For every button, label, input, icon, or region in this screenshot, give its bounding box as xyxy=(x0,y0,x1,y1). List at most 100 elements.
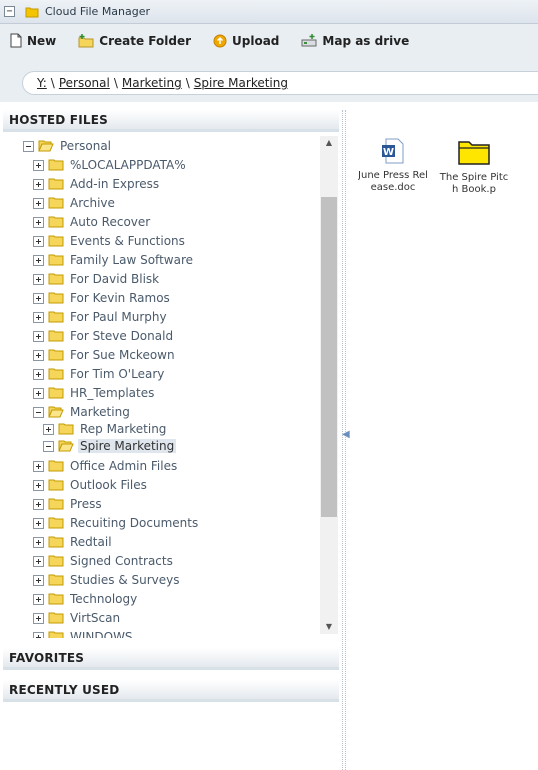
expand-icon[interactable] xyxy=(33,254,44,266)
tree-folder[interactable]: Technology xyxy=(33,591,137,607)
tree-folder[interactable]: For Steve Donald xyxy=(33,328,173,344)
tree-folder-label: Office Admin Files xyxy=(70,459,178,473)
tree-folder[interactable]: HR_Templates xyxy=(33,385,154,401)
expand-icon[interactable] xyxy=(33,197,44,209)
folder-icon xyxy=(48,235,64,247)
scroll-down-icon[interactable]: ▼ xyxy=(320,620,338,634)
tree-folder[interactable]: For Sue Mckeown xyxy=(33,347,175,363)
tree-folder[interactable]: Studies & Surveys xyxy=(33,572,180,588)
folder-icon xyxy=(48,612,64,624)
collapse-icon[interactable] xyxy=(23,140,34,152)
tree-folder[interactable]: Add-in Express xyxy=(33,176,159,192)
tree-folder[interactable]: WINDOWS xyxy=(33,629,133,638)
file-item[interactable]: The Spire Pitch Book.p xyxy=(439,138,509,208)
tree-folder[interactable]: Recuiting Documents xyxy=(33,515,198,531)
new-button[interactable]: New xyxy=(10,33,56,48)
tree-folder-label: For David Blisk xyxy=(70,272,160,286)
breadcrumb-marketing[interactable]: Marketing xyxy=(122,76,182,90)
upload-icon xyxy=(213,34,227,47)
breadcrumb-spire-marketing[interactable]: Spire Marketing xyxy=(194,76,288,90)
expand-icon[interactable] xyxy=(33,292,44,304)
expand-icon[interactable] xyxy=(33,349,44,361)
expand-icon[interactable] xyxy=(33,460,44,472)
tree-folder[interactable]: For Kevin Ramos xyxy=(33,290,170,306)
map-drive-button[interactable]: Map as drive xyxy=(301,33,410,48)
tree-folder-label: WINDOWS xyxy=(70,630,133,638)
expand-icon[interactable] xyxy=(33,612,44,624)
expand-icon[interactable] xyxy=(33,368,44,380)
tree-folder[interactable]: Events & Functions xyxy=(33,233,185,249)
folder-icon xyxy=(25,7,39,17)
tree-folder-selected[interactable]: Spire Marketing xyxy=(43,438,177,454)
tree-folder[interactable]: Press xyxy=(33,496,102,512)
tree-folder-label: Outlook Files xyxy=(70,478,147,492)
expand-icon[interactable] xyxy=(33,498,44,510)
breadcrumb: Y: \ Personal \ Marketing \ Spire Market… xyxy=(22,71,538,95)
expand-icon[interactable] xyxy=(33,159,44,171)
tree-folder-label: For Kevin Ramos xyxy=(70,291,170,305)
tree-folder[interactable]: For Paul Murphy xyxy=(33,309,167,325)
expand-icon[interactable] xyxy=(33,631,44,638)
map-drive-label: Map as drive xyxy=(322,33,410,48)
expand-icon[interactable] xyxy=(33,517,44,529)
tree-folder-label: Add-in Express xyxy=(70,177,160,191)
expand-icon[interactable] xyxy=(33,387,44,399)
tree-folder[interactable]: Marketing xyxy=(33,404,130,420)
breadcrumb-drive[interactable]: Y: xyxy=(37,76,47,90)
scroll-up-icon[interactable]: ▲ xyxy=(320,136,338,150)
folder-icon xyxy=(48,159,64,171)
tree-folder[interactable]: Signed Contracts xyxy=(33,553,173,569)
folder-icon xyxy=(48,536,64,548)
tree-folder[interactable]: Auto Recover xyxy=(33,214,150,230)
collapse-icon[interactable] xyxy=(43,440,54,452)
file-item[interactable]: W June Press Release.doc xyxy=(358,138,428,206)
expand-icon[interactable] xyxy=(33,273,44,285)
window-title: Cloud File Manager xyxy=(45,5,151,18)
expand-icon[interactable] xyxy=(33,536,44,548)
expand-icon[interactable] xyxy=(43,423,54,435)
folder-open-icon xyxy=(58,440,74,452)
tree-folder[interactable]: For Tim O'Leary xyxy=(33,366,164,382)
tree-folder[interactable]: Family Law Software xyxy=(33,252,193,268)
tree-folder[interactable]: Archive xyxy=(33,195,115,211)
tree-folder-label: For Sue Mckeown xyxy=(70,348,175,362)
scrollbar-thumb[interactable] xyxy=(321,197,337,517)
file-pane: W June Press Release.doc The Spire Pitch… xyxy=(350,110,538,770)
expand-icon[interactable] xyxy=(33,574,44,586)
tree-root-personal[interactable]: Personal xyxy=(23,138,111,154)
expand-icon[interactable] xyxy=(33,330,44,342)
favorites-header[interactable]: FAVORITES xyxy=(3,648,339,670)
collapse-pane-icon[interactable]: ◀ xyxy=(342,428,350,442)
expand-icon[interactable] xyxy=(33,178,44,190)
tree-folder-label: Press xyxy=(70,497,102,511)
folder-icon xyxy=(48,517,64,529)
recently-used-header[interactable]: RECENTLY USED xyxy=(3,680,339,702)
tree-folder[interactable]: Outlook Files xyxy=(33,477,147,493)
folder-icon xyxy=(48,460,64,472)
upload-button[interactable]: Upload xyxy=(213,34,279,48)
tree-folder-label: Archive xyxy=(70,196,115,210)
create-folder-button[interactable]: Create Folder xyxy=(78,33,191,48)
expand-icon[interactable] xyxy=(33,235,44,247)
tree-folder-label: Family Law Software xyxy=(70,253,193,267)
expand-icon[interactable] xyxy=(33,593,44,605)
expand-icon[interactable] xyxy=(33,311,44,323)
tree-folder[interactable]: Office Admin Files xyxy=(33,458,177,474)
tree-folder[interactable]: For David Blisk xyxy=(33,271,159,287)
hosted-files-header[interactable]: HOSTED FILES xyxy=(3,110,339,132)
collapse-toggle[interactable]: − xyxy=(4,6,15,17)
tree-folder[interactable]: %LOCALAPPDATA% xyxy=(33,157,186,173)
tree-folder[interactable]: VirtScan xyxy=(33,610,120,626)
tree-folder-label: Recuiting Documents xyxy=(70,516,199,530)
breadcrumb-personal[interactable]: Personal xyxy=(59,76,110,90)
expand-icon[interactable] xyxy=(33,555,44,567)
tree-folder[interactable]: Rep Marketing xyxy=(43,421,166,437)
tree-folder[interactable]: Redtail xyxy=(33,534,112,550)
expand-icon[interactable] xyxy=(33,479,44,491)
expand-icon[interactable] xyxy=(33,216,44,228)
folder-icon xyxy=(48,631,64,638)
collapse-icon[interactable] xyxy=(33,406,44,418)
tree-folder-label: For Steve Donald xyxy=(70,329,174,343)
tree-scrollbar[interactable]: ▲ ▼ xyxy=(320,136,338,634)
folder-icon xyxy=(458,141,490,165)
